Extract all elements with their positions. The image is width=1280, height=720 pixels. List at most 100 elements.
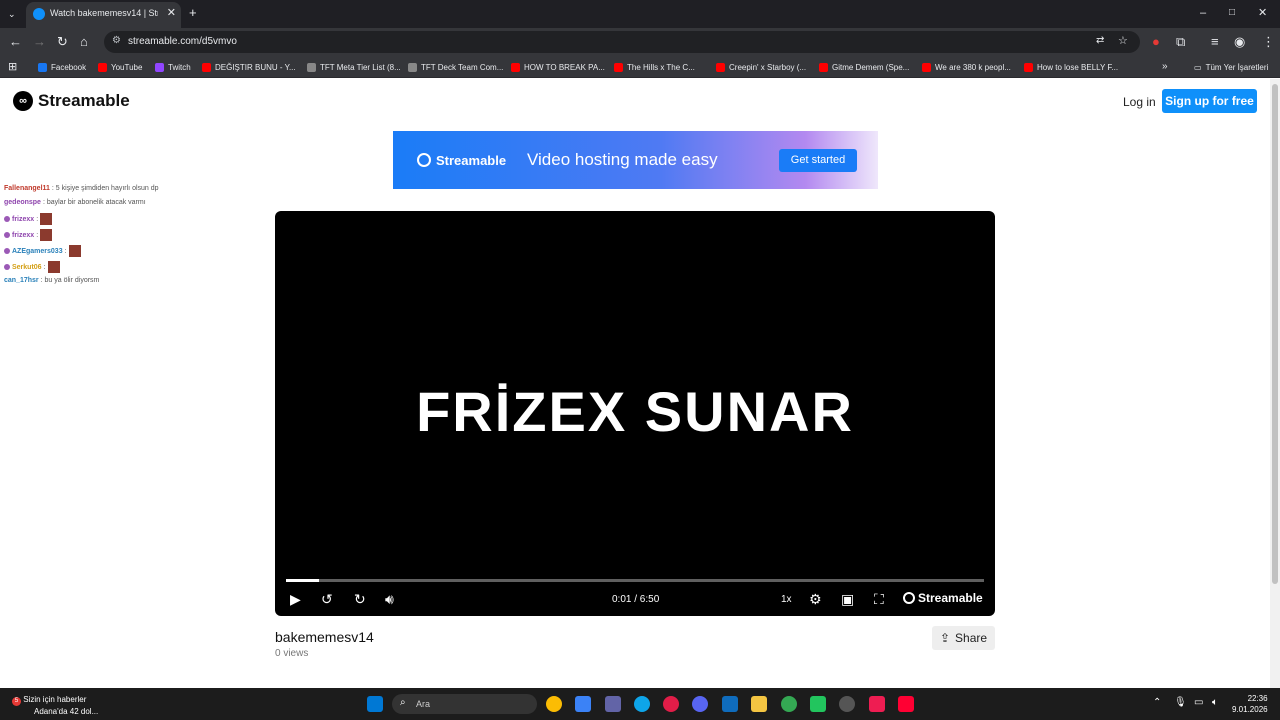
extension-red-icon[interactable]: ●: [1152, 34, 1160, 50]
get-started-button[interactable]: Get started: [779, 149, 857, 172]
bookmark-item[interactable]: Facebook: [38, 61, 86, 73]
player-brand[interactable]: Streamable: [903, 591, 983, 605]
store-icon[interactable]: [575, 696, 591, 712]
tab-close-icon[interactable]: ✕: [167, 6, 176, 19]
apps-icon[interactable]: ⊞: [8, 59, 17, 75]
forward-skip-icon[interactable]: ↻: [354, 591, 366, 607]
chat-badge-icon: [4, 216, 10, 222]
mail-icon[interactable]: [722, 696, 738, 712]
bookmarks-folder[interactable]: ▭ Tüm Yer İşaretleri: [1194, 61, 1268, 73]
minimize-icon[interactable]: –: [1200, 5, 1206, 21]
opera-icon[interactable]: [663, 696, 679, 712]
reload-icon[interactable]: ↻: [57, 34, 68, 50]
bookmark-favicon-icon: [819, 62, 828, 72]
bookmark-label: Gitme Demem (Spe...: [832, 62, 910, 72]
bookmark-item[interactable]: Twitch: [155, 61, 191, 73]
view-count: 0 views: [275, 648, 309, 659]
fullscreen-icon[interactable]: ⛶: [874, 591, 884, 607]
bookmark-item[interactable]: HOW TO BREAK PA...: [511, 61, 605, 73]
edge-icon[interactable]: [634, 696, 650, 712]
clock[interactable]: 22:36 9.01.2026: [1232, 693, 1268, 715]
profile-icon[interactable]: ◉: [1234, 34, 1245, 50]
logo-text: Streamable: [38, 91, 130, 110]
bookmark-favicon-icon: [38, 62, 47, 72]
banner-logo-icon: [417, 153, 431, 167]
bookmark-item[interactable]: Creepin' x Starboy (...: [716, 61, 806, 73]
tray-chevron-icon[interactable]: ⌃: [1153, 697, 1161, 708]
bookmark-favicon-icon: [511, 62, 520, 72]
picture-in-picture-icon[interactable]: ▣: [841, 591, 854, 607]
bookmark-favicon-icon: [408, 62, 417, 72]
bookmark-item[interactable]: The Hills x The C...: [614, 61, 695, 73]
share-icon: ⇪: [939, 631, 951, 645]
play-icon[interactable]: ▶: [290, 591, 301, 607]
news-title: Sizin için haberler: [23, 695, 87, 704]
address-bar[interactable]: ⚙ streamable.com/d5vmvo ⇄ ☆: [104, 31, 1140, 53]
tiktok-icon[interactable]: [869, 696, 885, 712]
login-link[interactable]: Log in: [1123, 95, 1156, 109]
app-gray-icon[interactable]: [839, 696, 855, 712]
page-content: ∞ Streamable Log in Sign up for free Str…: [0, 79, 1270, 688]
share-button[interactable]: ⇪ Share: [932, 626, 995, 650]
menu-icon[interactable]: ⋮: [1262, 34, 1275, 50]
file-explorer-icon[interactable]: [751, 696, 767, 712]
youtube-app-icon[interactable]: [898, 696, 914, 712]
taskbar-search[interactable]: ⌕ Ara: [392, 694, 537, 714]
volume-icon[interactable]: 🔊︎: [385, 591, 394, 607]
bookmark-label: TFT Meta Tier List (8...: [320, 62, 401, 72]
browser-toolbar: ← → ↻ ⌂ ⚙ streamable.com/d5vmvo ⇄ ☆ ● ⧉ …: [0, 28, 1280, 56]
news-widget[interactable]: 5 Sizin için haberler Adana'da 42 dol...: [12, 694, 98, 717]
share-label: Share: [955, 631, 988, 645]
bookmark-item[interactable]: How to lose BELLY F...: [1024, 61, 1118, 73]
promo-banner[interactable]: Streamable Video hosting made easy Get s…: [393, 131, 878, 189]
signup-button[interactable]: Sign up for free: [1162, 89, 1257, 113]
discord-icon[interactable]: [692, 696, 708, 712]
home-icon[interactable]: ⌂: [80, 34, 88, 50]
maximize-icon[interactable]: □: [1229, 5, 1235, 21]
progress-bar[interactable]: [286, 579, 984, 582]
settings-gear-icon[interactable]: ⚙: [809, 591, 822, 607]
back-icon[interactable]: ←: [9, 34, 22, 50]
video-player[interactable]: FRİZEX SUNAR ▶ ↺ ↻ 🔊︎ 0:01 / 6:50 1x ⚙ ▣…: [275, 211, 995, 616]
tab-search-icon[interactable]: ⌄: [8, 6, 16, 22]
scrollbar-thumb[interactable]: [1272, 84, 1278, 584]
extensions-icon[interactable]: ⧉: [1176, 34, 1185, 50]
bookmark-item[interactable]: DEĞIŞTIR BUNU - Y...: [202, 61, 296, 73]
bookmark-item[interactable]: TFT Deck Team Com...: [408, 61, 503, 73]
bookmarks-bar: ⊞ Facebook YouTube Twitch DEĞIŞTIR BUNU - Y…: [0, 56, 1280, 78]
forward-icon[interactable]: →: [33, 34, 46, 50]
bookmark-item[interactable]: TFT Meta Tier List (8...: [307, 61, 401, 73]
bookmark-item[interactable]: YouTube: [98, 61, 142, 73]
bookmark-favicon-icon: [716, 62, 725, 72]
bookmark-star-icon[interactable]: ☆: [1118, 34, 1128, 47]
streamable-logo[interactable]: ∞ Streamable: [13, 91, 130, 111]
translate-icon[interactable]: ⇄: [1096, 35, 1104, 46]
chat-text: :: [36, 215, 39, 223]
streamable-logo-icon: ∞: [13, 91, 33, 111]
media-icon[interactable]: ≡: [1211, 34, 1219, 50]
start-windows-icon[interactable]: [367, 696, 383, 712]
app-green-icon[interactable]: [810, 696, 826, 712]
streamable-favicon-icon: [33, 8, 45, 20]
speaker-icon[interactable]: 🔈︎: [1212, 697, 1218, 708]
bookmark-item[interactable]: We are 380 k peopl...: [922, 61, 1011, 73]
chat-emote-icon: [47, 261, 60, 273]
bookmark-item[interactable]: Gitme Demem (Spe...: [819, 61, 909, 73]
bookmark-favicon-icon: [98, 62, 107, 72]
tab-active[interactable]: Watch bakememesv14 | Stream ✕: [26, 2, 181, 28]
new-tab-icon[interactable]: +: [189, 5, 197, 21]
site-info-icon[interactable]: ⚙: [112, 35, 121, 46]
window-close-icon[interactable]: ✕: [1258, 5, 1267, 21]
player-logo-icon: [903, 592, 915, 604]
bookmark-favicon-icon: [922, 62, 931, 72]
rewind-icon[interactable]: ↺: [321, 591, 333, 607]
chrome-active-icon[interactable]: [781, 696, 797, 712]
microphone-icon[interactable]: 🎙︎: [1174, 697, 1187, 708]
more-bookmarks-icon[interactable]: »: [1162, 59, 1168, 75]
chrome-icon[interactable]: [546, 696, 562, 712]
clock-date: 9.01.2026: [1232, 705, 1268, 714]
chat-text: :: [64, 247, 67, 255]
playback-rate-button[interactable]: 1x: [781, 594, 792, 605]
display-icon[interactable]: ▭: [1194, 697, 1203, 708]
teams-icon[interactable]: [605, 696, 621, 712]
